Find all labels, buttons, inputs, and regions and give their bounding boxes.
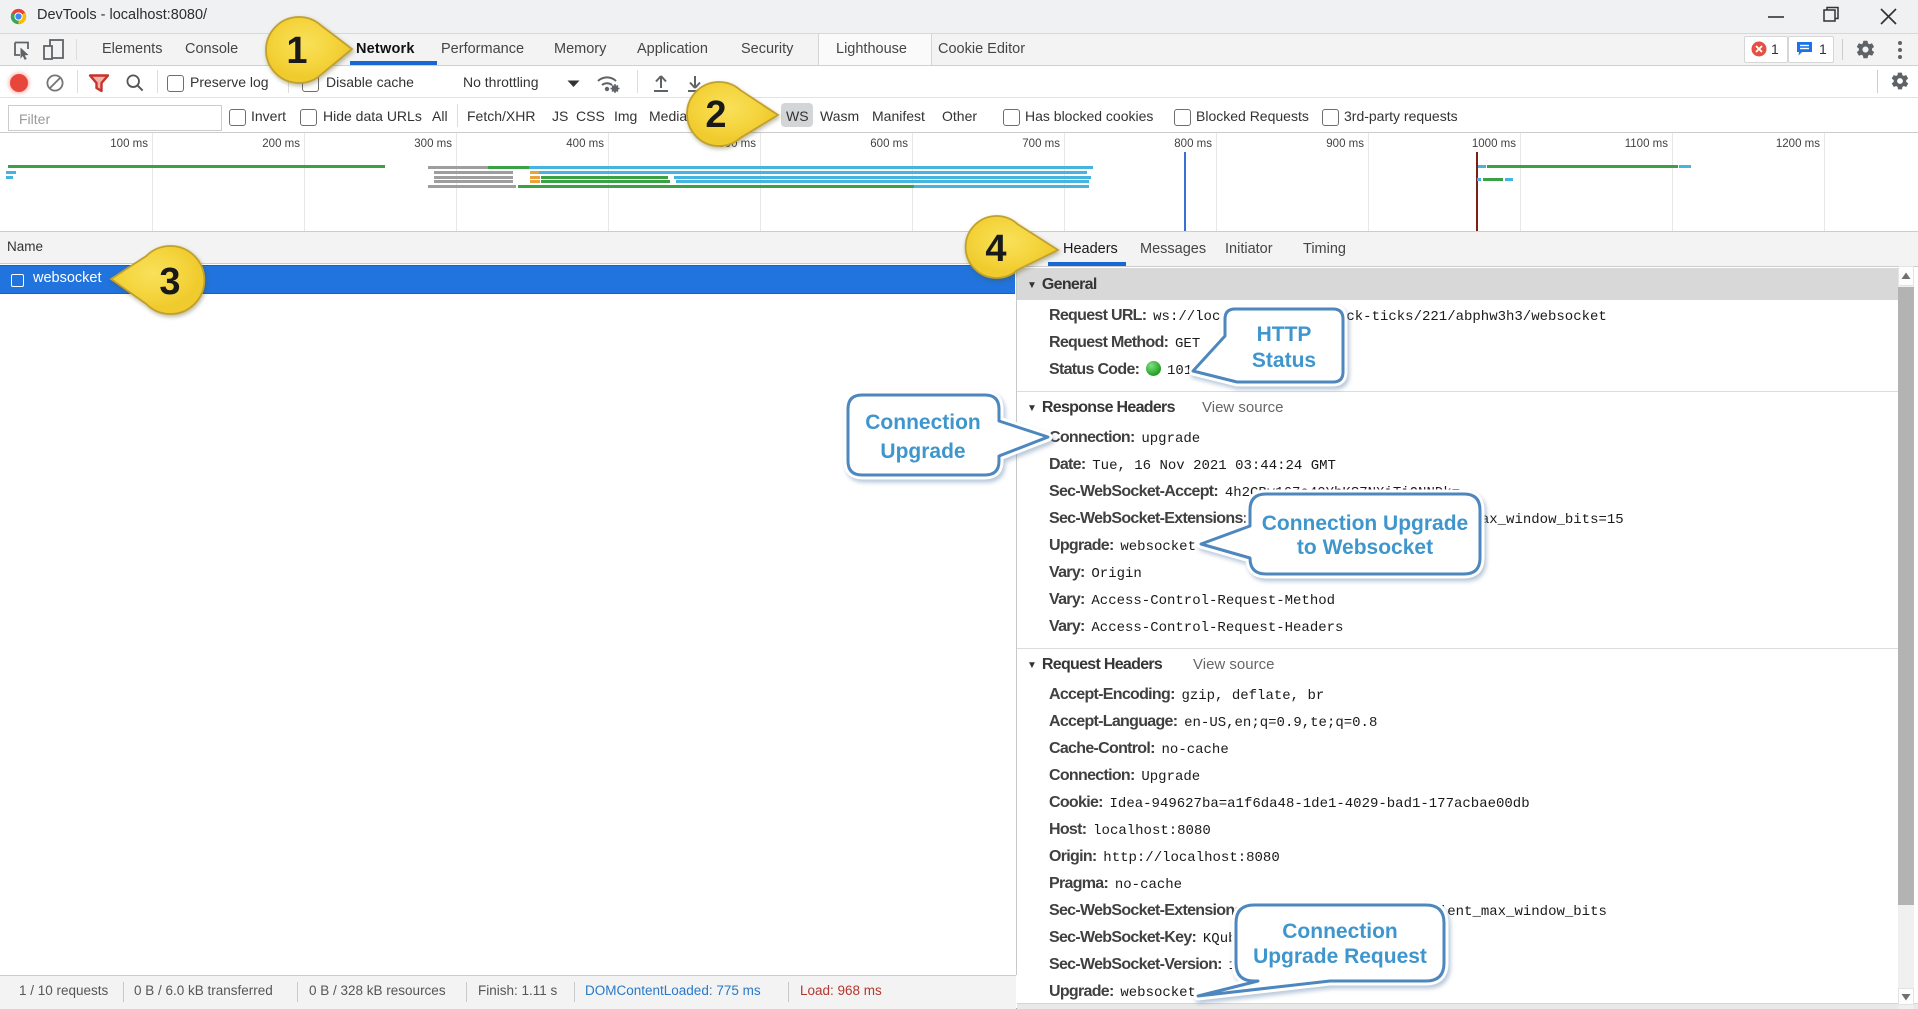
svg-text:Status: Status [1252, 349, 1316, 372]
svg-text:3: 3 [159, 261, 180, 303]
svg-text:HTTP: HTTP [1257, 323, 1312, 346]
svg-text:Upgrade: Upgrade [880, 440, 965, 463]
svg-text:2: 2 [705, 94, 726, 136]
svg-text:Connection: Connection [865, 411, 981, 434]
svg-text:4: 4 [985, 228, 1006, 270]
svg-text:to Websocket: to Websocket [1297, 536, 1433, 559]
svg-text:Connection: Connection [1282, 920, 1398, 943]
svg-text:Upgrade Request: Upgrade Request [1253, 945, 1427, 968]
svg-text:1: 1 [286, 30, 307, 72]
svg-text:Connection Upgrade: Connection Upgrade [1262, 512, 1469, 535]
